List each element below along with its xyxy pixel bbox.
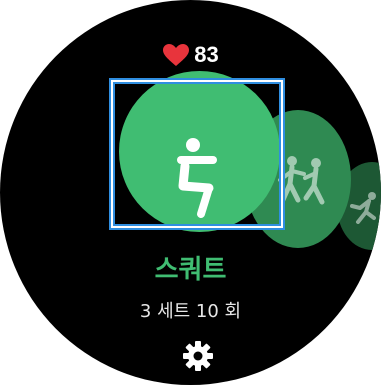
heart-rate-indicator: 83 — [0, 40, 381, 70]
gear-icon[interactable] — [182, 340, 214, 372]
watch-face: 83 스쿼트 3 세트 10 회 — [0, 0, 381, 385]
workout-screen: 83 스쿼트 3 세트 10 회 — [0, 0, 381, 385]
exercise-sets-reps: 3 세트 10 회 — [139, 301, 242, 322]
heart-icon — [163, 44, 190, 66]
selection-focus-frame — [111, 80, 283, 228]
exercise-name: 스쿼트 — [154, 255, 227, 285]
running-icon — [350, 192, 376, 224]
heart-rate-value: 83 — [194, 42, 219, 67]
